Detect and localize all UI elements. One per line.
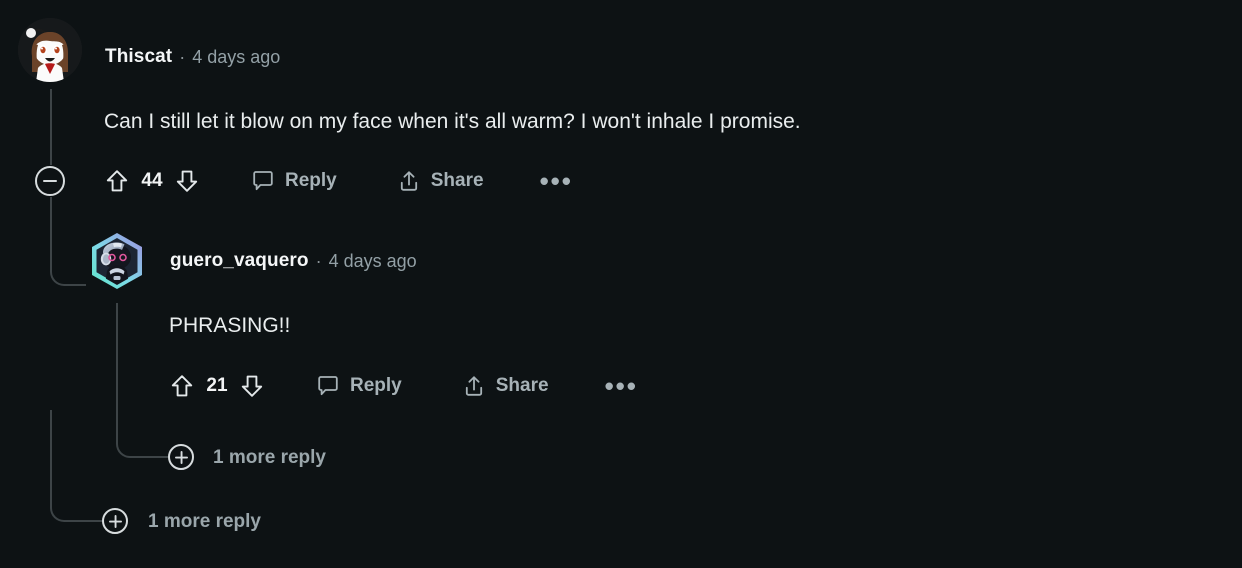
share-button-nested[interactable]: Share: [462, 374, 549, 398]
share-icon: [462, 374, 486, 398]
hex-nft-avatar-graphic: [92, 233, 142, 289]
snoo-avatar-graphic: [18, 18, 82, 82]
avatar-guero-vaquero[interactable]: [86, 231, 148, 293]
more-replies-label-nested[interactable]: 1 more reply: [213, 447, 326, 469]
share-label-nested: Share: [495, 375, 549, 396]
more-replies-label-top[interactable]: 1 more reply: [148, 511, 261, 533]
comment-timestamp-top: 4 days ago: [192, 46, 281, 67]
separator-dot-nested: ·: [315, 250, 322, 271]
expand-replies-button-top[interactable]: [102, 508, 128, 534]
vote-group-top: 44: [105, 168, 199, 194]
vote-group-nested: 21: [170, 373, 264, 399]
comment-author-top[interactable]: Thiscat: [105, 46, 172, 68]
reply-label-nested: Reply: [350, 375, 402, 396]
thread-curve-to-nested: [50, 252, 86, 286]
collapse-thread-button[interactable]: [35, 166, 65, 196]
vote-count-nested: 21: [206, 375, 228, 396]
reply-label-top: Reply: [285, 170, 337, 191]
minus-icon: [43, 180, 57, 182]
downvote-icon[interactable]: [240, 373, 264, 399]
plus-icon: [174, 450, 188, 464]
comment-timestamp-nested: 4 days ago: [328, 250, 417, 271]
thread-curve-to-nested-more: [116, 422, 168, 458]
comment-thread: Thiscat · 4 days ago Can I still let it …: [0, 0, 1242, 568]
comment-author-nested[interactable]: guero_vaquero: [170, 250, 309, 272]
expand-replies-button-nested[interactable]: [168, 444, 194, 470]
reply-button-top[interactable]: Reply: [251, 169, 337, 193]
comment-header-nested: guero_vaquero · 4 days ago: [170, 250, 417, 272]
avatar-thiscat[interactable]: [18, 18, 82, 82]
upvote-icon[interactable]: [170, 373, 194, 399]
thread-line-top-upper: [50, 89, 52, 165]
overflow-menu-top[interactable]: •••: [540, 168, 573, 194]
comment-header-top: Thiscat · 4 days ago: [105, 46, 280, 68]
share-icon: [397, 169, 421, 193]
comment-bubble-icon: [316, 374, 340, 398]
thread-curve-to-top-more: [50, 486, 102, 522]
comment-actions-top: 44 Reply Share •••: [105, 162, 573, 200]
overflow-menu-nested[interactable]: •••: [605, 373, 638, 399]
thread-line-nested: [116, 303, 118, 436]
plus-icon: [108, 514, 122, 528]
upvote-icon[interactable]: [105, 168, 129, 194]
downvote-icon[interactable]: [175, 168, 199, 194]
share-button-top[interactable]: Share: [397, 169, 484, 193]
comment-body-nested: PHRASING!!: [169, 314, 291, 337]
separator-dot-top: ·: [179, 46, 186, 67]
comment-bubble-icon: [251, 169, 275, 193]
share-label-top: Share: [430, 170, 484, 191]
reply-button-nested[interactable]: Reply: [316, 374, 402, 398]
vote-count-top: 44: [141, 170, 163, 191]
comment-actions-nested: 21 Reply Share •••: [170, 367, 638, 405]
comment-body-top: Can I still let it blow on my face when …: [104, 110, 801, 133]
